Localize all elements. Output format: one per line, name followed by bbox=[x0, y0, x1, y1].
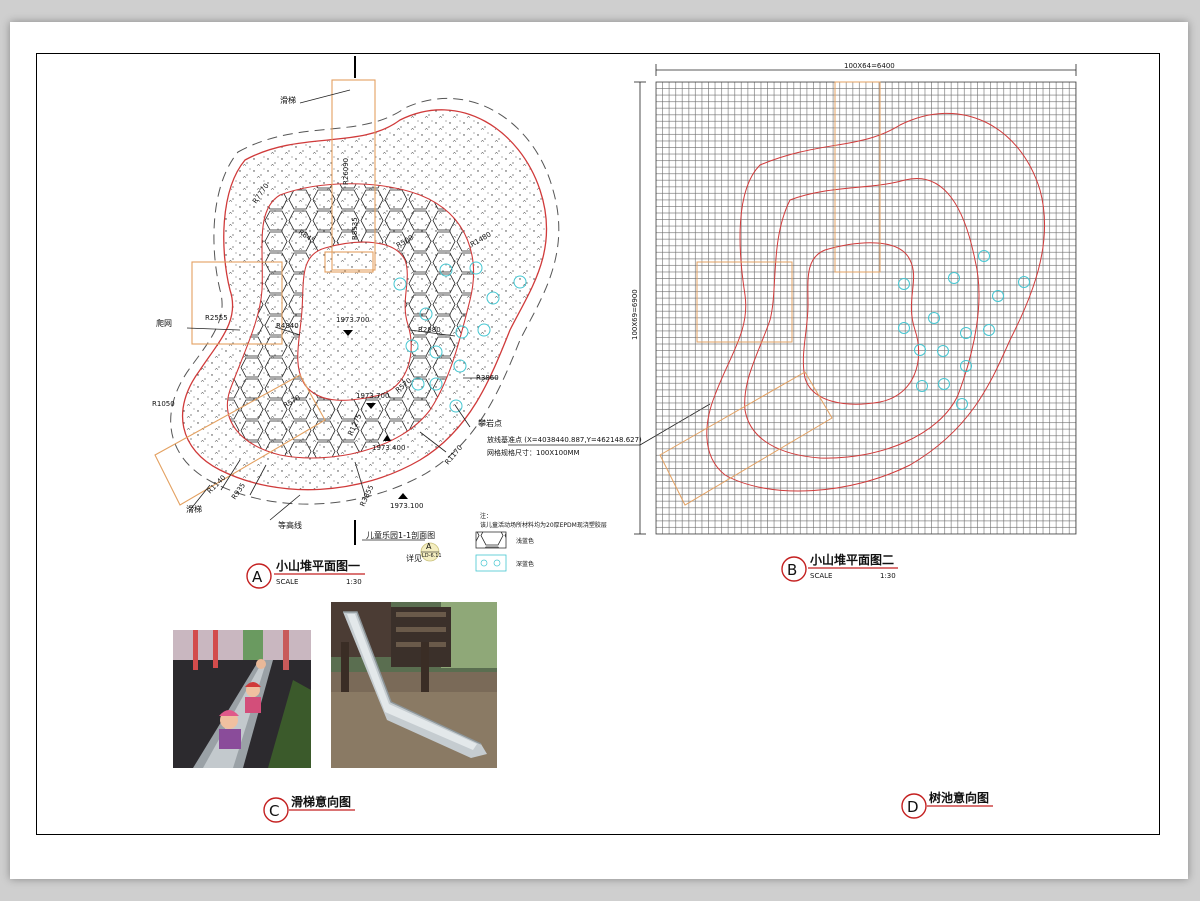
title-c-letter: C bbox=[269, 802, 279, 820]
title-c-name: 滑梯意向图 bbox=[291, 794, 351, 809]
title-d-letter: D bbox=[907, 798, 919, 816]
title-b-scale-label: SCALE bbox=[810, 572, 832, 580]
title-a-scale-value: 1:30 bbox=[346, 578, 362, 586]
title-b-scale-value: 1:30 bbox=[880, 572, 896, 580]
title-b-name: 小山堆平面图二 bbox=[810, 552, 894, 567]
slide-photo-steel bbox=[331, 602, 497, 768]
title-d-name: 树池意向图 bbox=[929, 790, 989, 805]
title-a-scale-label: SCALE bbox=[276, 578, 298, 586]
slide-photo-children bbox=[173, 630, 311, 768]
title-b-letter: B bbox=[787, 561, 797, 579]
title-a-name: 小山堆平面图一 bbox=[276, 558, 360, 573]
drawing-sheet: 滑梯 爬网 滑梯 等高线 攀岩点 儿童乐园1-1剖面图 详见 A LD-6.11… bbox=[10, 22, 1188, 879]
title-a-letter: A bbox=[252, 568, 263, 586]
